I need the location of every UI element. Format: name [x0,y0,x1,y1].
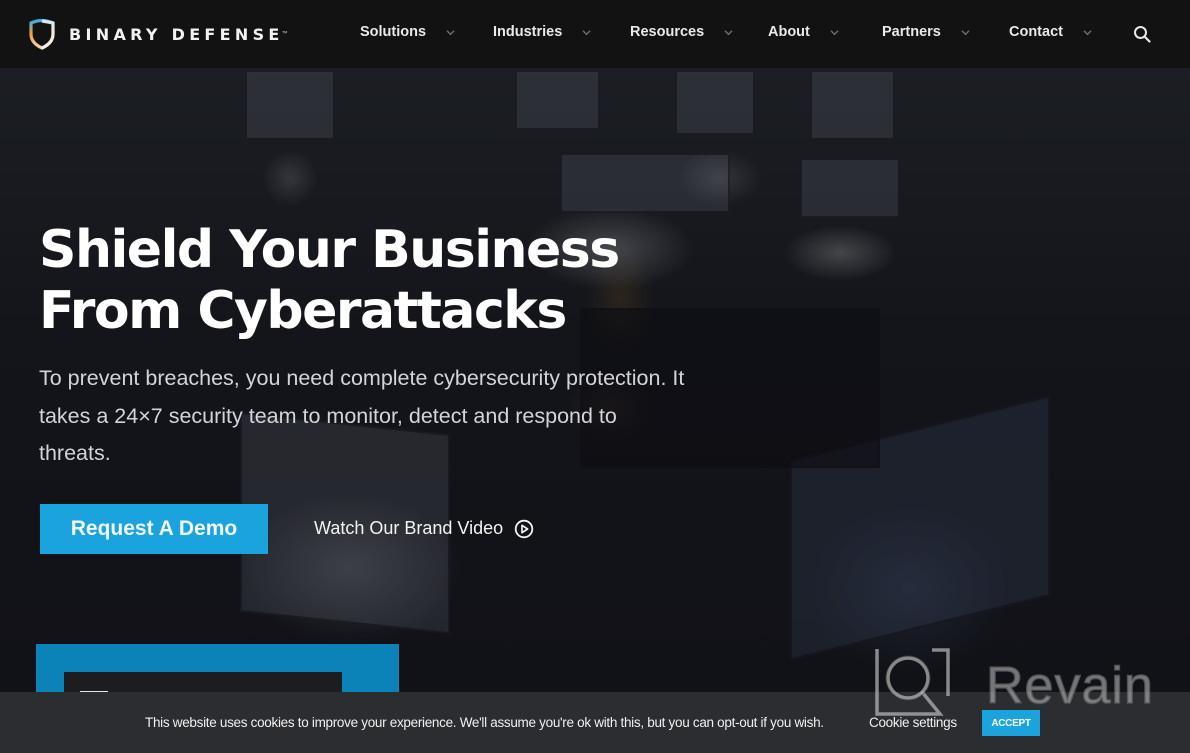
nav-item-partners[interactable]: Partners [882,24,970,40]
cookie-message: This website uses cookies to improve you… [145,715,824,730]
brand-name: BINARY DEFENSE [69,24,284,44]
brand-logo[interactable]: BINARY DEFENSE ™ [28,18,288,50]
hero-headline: Shield Your Business From Cyberattacks [39,220,639,342]
nav-item-industries[interactable]: Industries [493,24,591,40]
revain-logo-icon [875,648,950,716]
headline-line-2: From Cyberattacks [39,281,567,341]
nav-item-about[interactable]: About [768,24,839,40]
video-link-label: Watch Our Brand Video [314,518,504,538]
chevron-down-icon [582,29,591,35]
hero-subtext: To prevent breaches, you need complete c… [39,366,685,465]
nav-item-label: Contact [1009,24,1063,40]
watch-brand-video-link[interactable]: Watch Our Brand Video [314,518,534,539]
nav-item-label: Partners [882,24,941,40]
nav-item-label: Industries [493,24,563,40]
trademark-symbol: ™ [281,31,288,37]
chevron-down-icon [446,29,455,35]
shield-logo-icon [29,18,55,50]
top-navigation: BINARY DEFENSE ™ Solutions Industries Re… [0,0,1190,68]
nav-item-label: Resources [630,24,705,40]
chevron-down-icon [724,29,733,35]
nav-item-label: About [768,24,810,40]
nav-item-solutions[interactable]: Solutions [360,24,455,40]
headline-line-1: Shield Your Business [39,220,620,280]
chevron-down-icon [961,29,970,35]
nav-item-label: Solutions [360,24,427,40]
search-icon[interactable] [1133,25,1151,43]
nav-item-resources[interactable]: Resources [630,24,733,40]
play-circle-icon [514,519,534,538]
request-demo-button[interactable]: Request A Demo [40,504,268,554]
chevron-down-icon [830,29,839,35]
chevron-down-icon [1083,29,1092,35]
revain-watermark: Revain [985,656,1154,716]
nav-item-contact[interactable]: Contact [1009,24,1092,40]
